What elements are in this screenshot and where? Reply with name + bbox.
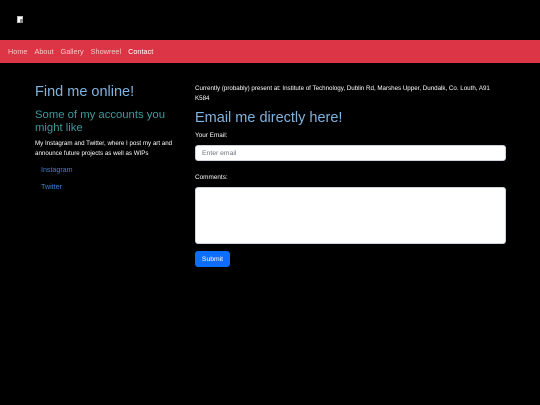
location-text: Currently (probably) present at: Institu…	[195, 85, 490, 102]
accounts-description: My Instagram and Twitter, where I post m…	[35, 140, 173, 157]
nav-link-showreel[interactable]: Showreel	[91, 47, 121, 56]
accounts-subtitle: Some of my accounts you might like	[35, 109, 165, 134]
contact-section: Currently (probably) present at: Institu…	[195, 84, 506, 268]
nav-link-gallery[interactable]: Gallery	[61, 47, 84, 56]
twitter-link[interactable]: Twitter	[41, 183, 185, 192]
find-me-title: Find me online!	[35, 84, 135, 100]
comments-textarea[interactable]	[195, 187, 506, 245]
comments-label: Comments:	[195, 174, 228, 182]
instagram-link[interactable]: Instagram	[41, 166, 185, 175]
social-section: Find me online! Some of my accounts you …	[35, 84, 185, 200]
navbar: Home About Gallery Showreel Contact	[0, 40, 540, 63]
nav-link-contact[interactable]: Contact	[128, 47, 153, 56]
submit-button[interactable]: Submit	[195, 251, 230, 268]
social-links: Instagram Twitter	[35, 166, 185, 192]
logo[interactable]	[17, 16, 25, 24]
broken-image-corner	[20, 19, 23, 23]
email-input[interactable]	[195, 145, 506, 162]
nav-link-home[interactable]: Home	[8, 47, 27, 56]
email-title: Email me directly here!	[195, 110, 343, 127]
nav-link-about[interactable]: About	[34, 47, 53, 56]
email-label: Your Email:	[195, 132, 228, 140]
